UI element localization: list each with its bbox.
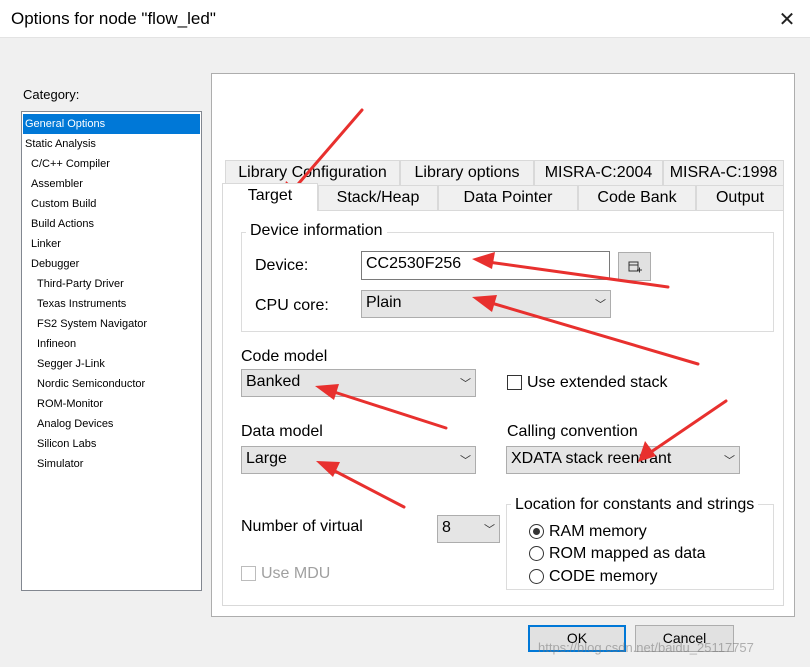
tab-library-options[interactable]: Library options — [400, 160, 534, 185]
category-item-analog-devices[interactable]: Analog Devices — [35, 414, 115, 434]
category-item-debugger[interactable]: Debugger — [29, 254, 81, 274]
data-model-value: Large — [246, 450, 287, 467]
use-mdu-checkbox[interactable] — [241, 566, 256, 581]
use-extended-stack-label: Use extended stack — [527, 374, 668, 391]
window-title: Options for node "flow_led" — [11, 9, 216, 28]
code-memory-radio[interactable] — [529, 569, 544, 584]
tab-target[interactable]: Target — [222, 183, 318, 211]
tab-data-pointer[interactable]: Data Pointer — [438, 185, 578, 210]
code-model-label: Code model — [241, 348, 328, 365]
location-title: Location for constants and strings — [511, 496, 759, 514]
ram-memory-radio[interactable] — [529, 524, 544, 539]
category-item-simulator[interactable]: Simulator — [35, 454, 85, 474]
category-item-c-compiler[interactable]: C/C++ Compiler — [29, 154, 112, 174]
category-item-linker[interactable]: Linker — [29, 234, 63, 254]
category-list[interactable]: General Options Static Analysis C/C++ Co… — [21, 111, 202, 591]
tab-code-bank[interactable]: Code Bank — [578, 185, 696, 210]
category-item-fs2-system-navigator[interactable]: FS2 System Navigator — [35, 314, 149, 334]
data-model-select[interactable]: Large ﹀ — [241, 446, 476, 474]
use-mdu-label: Use MDU — [261, 565, 331, 582]
category-item-assembler[interactable]: Assembler — [29, 174, 85, 194]
chevron-down-icon: ﹀ — [460, 455, 471, 467]
device-information-title: Device information — [246, 222, 387, 240]
category-item-infineon[interactable]: Infineon — [35, 334, 78, 354]
close-icon[interactable]: ✕ — [764, 0, 810, 38]
number-of-virtual-label: Number of virtual — [241, 518, 363, 535]
code-model-value: Banked — [246, 373, 301, 390]
device-field[interactable]: CC2530F256 — [361, 251, 610, 280]
category-item-build-actions[interactable]: Build Actions — [29, 214, 96, 234]
category-item-texas-instruments[interactable]: Texas Instruments — [35, 294, 128, 314]
tab-library-configuration[interactable]: Library Configuration — [225, 160, 400, 185]
chevron-down-icon: ﹀ — [460, 378, 471, 390]
code-model-select[interactable]: Banked ﹀ — [241, 369, 476, 397]
calling-convention-label: Calling convention — [507, 423, 638, 440]
category-item-custom-build[interactable]: Custom Build — [29, 194, 98, 214]
data-model-label: Data model — [241, 423, 323, 440]
device-value: CC2530F256 — [366, 255, 462, 272]
cpu-core-select[interactable]: Plain ﹀ — [361, 290, 611, 318]
cpu-core-value: Plain — [366, 294, 402, 311]
category-item-segger-j-link[interactable]: Segger J-Link — [35, 354, 107, 374]
chevron-down-icon: ﹀ — [484, 524, 495, 536]
category-label: Category: — [23, 87, 80, 102]
category-item-static-analysis[interactable]: Static Analysis — [23, 134, 98, 154]
calling-convention-select[interactable]: XDATA stack reentrant ﹀ — [506, 446, 740, 474]
rom-mapped-radio[interactable] — [529, 546, 544, 561]
code-memory-label: CODE memory — [549, 568, 658, 585]
tab-misra-c-1998[interactable]: MISRA-C:1998 — [663, 160, 784, 185]
ram-memory-label: RAM memory — [549, 523, 647, 540]
rom-mapped-label: ROM mapped as data — [549, 545, 706, 562]
title-bar: Options for node "flow_led" ✕ — [0, 0, 810, 38]
watermark: https://blog.csdn.net/baidu_25117757 — [538, 640, 754, 655]
device-browse-button[interactable] — [618, 252, 651, 281]
browse-icon — [628, 261, 642, 273]
calling-convention-value: XDATA stack reentrant — [511, 450, 672, 467]
category-item-nordic-semiconductor[interactable]: Nordic Semiconductor — [35, 374, 147, 394]
number-of-virtual-select[interactable]: 8 ﹀ — [437, 515, 500, 543]
cpu-core-label: CPU core: — [255, 297, 329, 314]
category-item-silicon-labs[interactable]: Silicon Labs — [35, 434, 98, 454]
number-of-virtual-value: 8 — [442, 519, 451, 536]
use-extended-stack-checkbox[interactable] — [507, 375, 522, 390]
chevron-down-icon: ﹀ — [724, 455, 735, 467]
device-label: Device: — [255, 257, 309, 274]
tab-stack-heap[interactable]: Stack/Heap — [318, 185, 438, 210]
tab-misra-c-2004[interactable]: MISRA-C:2004 — [534, 160, 663, 185]
tab-output[interactable]: Output — [696, 185, 784, 210]
category-item-rom-monitor[interactable]: ROM-Monitor — [35, 394, 105, 414]
chevron-down-icon: ﹀ — [595, 299, 606, 311]
category-item-general-options[interactable]: General Options — [23, 114, 200, 134]
category-item-third-party-driver[interactable]: Third-Party Driver — [35, 274, 126, 294]
